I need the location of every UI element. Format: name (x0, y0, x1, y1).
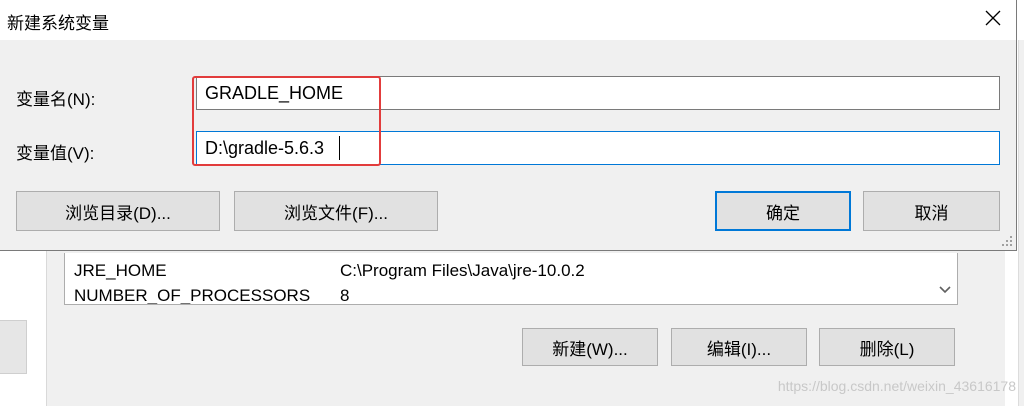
ok-button[interactable]: 确定 (715, 191, 851, 231)
background-right-edge (1018, 40, 1024, 406)
text-caret (339, 136, 340, 160)
variable-value-input[interactable] (196, 131, 1000, 165)
variable-name-label: 变量名(N): (16, 90, 96, 109)
dialog-title: 新建系统变量 (7, 14, 109, 33)
browse-directory-button[interactable]: 浏览目录(D)... (16, 191, 220, 231)
variable-name: NUMBER_OF_PROCESSORS (74, 286, 311, 305)
variable-name-input[interactable] (196, 76, 1000, 110)
system-variables-list[interactable]: JRE_HOME C:\Program Files\Java\jre-10.0.… (64, 253, 958, 305)
watermark: https://blog.csdn.net/weixin_43616178 (777, 378, 1016, 394)
edit-variable-button[interactable]: 编辑(I)... (671, 328, 807, 366)
background-left-strip (0, 320, 27, 374)
variable-value: C:\Program Files\Java\jre-10.0.2 (340, 261, 585, 280)
browse-file-button[interactable]: 浏览文件(F)... (234, 191, 438, 231)
cancel-button[interactable]: 取消 (863, 191, 1000, 231)
new-system-variable-dialog: 新建系统变量 变量名(N): 变量值(V): 浏览目录(D)... 浏览文件(F… (0, 0, 1017, 251)
close-icon (985, 10, 1001, 26)
title-bar[interactable]: 新建系统变量 (0, 0, 1016, 40)
new-variable-button[interactable]: 新建(W)... (522, 328, 658, 366)
variable-value-label: 变量值(V): (16, 144, 95, 163)
variable-name: JRE_HOME (74, 261, 167, 280)
delete-variable-button[interactable]: 删除(L) (819, 328, 955, 366)
scroll-down-icon[interactable] (933, 277, 957, 303)
resize-grip-icon[interactable] (1001, 235, 1013, 247)
variable-value: 8 (340, 286, 350, 305)
close-button[interactable] (970, 0, 1016, 36)
